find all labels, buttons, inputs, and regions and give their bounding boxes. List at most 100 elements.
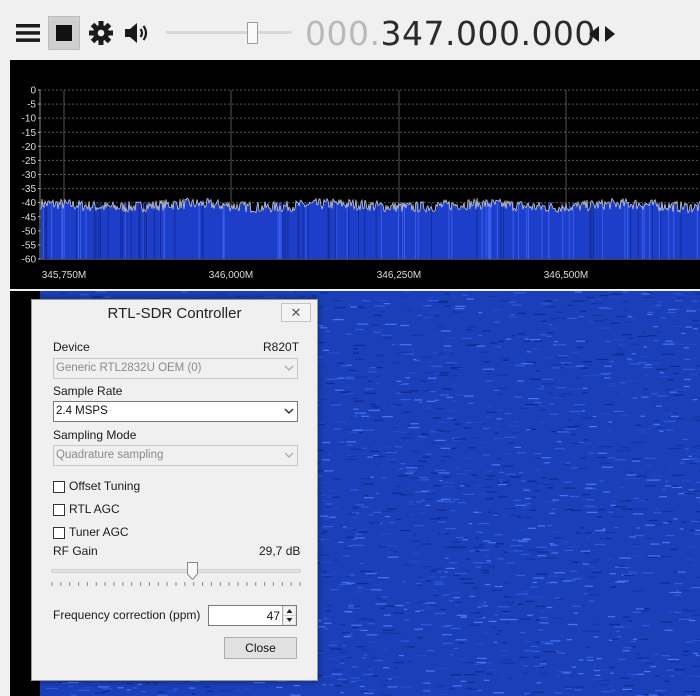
tuner-agc-checkbox[interactable]: [53, 527, 65, 539]
close-button[interactable]: Close: [224, 637, 297, 659]
waterfall-speckle: [462, 551, 467, 553]
waterfall-speckle: [599, 480, 604, 482]
waterfall-speckle: [483, 679, 490, 681]
waterfall-speckle: [349, 448, 361, 450]
waterfall-speckle: [369, 522, 380, 524]
waterfall-speckle: [365, 619, 374, 621]
waterfall-speckle: [335, 317, 340, 319]
waterfall-speckle: [586, 536, 590, 538]
frequency-display[interactable]: 000.347.000.000: [305, 14, 596, 53]
frequency-leading-digits[interactable]: 000.: [305, 14, 380, 53]
tune-arrows-icon[interactable]: [588, 24, 616, 44]
offset-tuning-checkbox[interactable]: [53, 481, 65, 493]
waterfall-speckle: [366, 634, 378, 636]
menu-button[interactable]: [12, 16, 44, 50]
chevron-down-icon: [284, 408, 294, 415]
waterfall-speckle: [350, 489, 359, 491]
spin-up-button[interactable]: [282, 605, 297, 616]
waterfall-speckle: [631, 353, 636, 355]
waterfall-speckle: [327, 495, 334, 497]
waterfall-speckle: [627, 675, 636, 677]
waterfall-speckle: [524, 338, 529, 340]
rtl-agc-checkbox[interactable]: [53, 504, 65, 516]
waterfall-speckle: [326, 506, 334, 508]
waterfall-speckle: [486, 406, 492, 408]
waterfall-speckle: [502, 612, 511, 615]
waterfall-speckle: [519, 529, 527, 531]
sample-rate-select[interactable]: 2.4 MSPS: [53, 401, 298, 422]
waterfall-speckle: [550, 364, 561, 366]
waterfall-speckle: [448, 650, 456, 652]
stop-button[interactable]: [48, 16, 80, 50]
waterfall-speckle: [567, 304, 573, 307]
waterfall-speckle: [425, 372, 435, 374]
waterfall-speckle: [583, 552, 590, 554]
waterfall-speckle: [438, 521, 447, 523]
spin-down-button[interactable]: [282, 615, 297, 626]
waterfall-speckle: [537, 555, 547, 557]
tuner-agc-label[interactable]: Tuner AGC: [69, 525, 129, 539]
waterfall-speckle: [429, 297, 434, 299]
waterfall-speckle: [324, 482, 330, 484]
waterfall-speckle: [477, 523, 490, 525]
frequency-digits[interactable]: 347.000.000: [380, 14, 595, 53]
waterfall-speckle: [626, 317, 637, 319]
waterfall-speckle: [338, 525, 344, 527]
waterfall-speckle: [324, 628, 329, 630]
waterfall-speckle: [416, 576, 423, 578]
waterfall-speckle: [465, 485, 471, 487]
waterfall-speckle: [595, 530, 606, 532]
waterfall-speckle: [563, 464, 570, 466]
waterfall-speckle: [527, 549, 539, 551]
dialog-close-button[interactable]: ✕: [281, 303, 311, 322]
waterfall-speckle: [627, 471, 635, 473]
waterfall-speckle: [339, 651, 348, 653]
waterfall-speckle: [684, 691, 696, 693]
settings-button[interactable]: [86, 16, 116, 50]
waterfall-speckle: [513, 396, 523, 398]
waterfall-speckle: [443, 501, 455, 503]
offset-tuning-label[interactable]: Offset Tuning: [69, 479, 140, 493]
waterfall-speckle: [691, 665, 700, 667]
rtl-agc-label[interactable]: RTL AGC: [69, 502, 120, 516]
waterfall-speckle: [621, 291, 629, 293]
waterfall-speckle: [445, 557, 449, 559]
mute-button[interactable]: [120, 16, 154, 50]
waterfall-speckle: [559, 578, 565, 580]
waterfall-speckle: [406, 372, 416, 374]
waterfall-speckle: [414, 465, 425, 467]
waterfall-speckle: [586, 511, 598, 513]
waterfall-speckle: [382, 337, 392, 339]
rf-gain-slider-track[interactable]: [51, 569, 301, 573]
toolbar: 000.347.000.000: [0, 0, 700, 60]
waterfall-speckle: [318, 342, 325, 344]
waterfall-speckle: [494, 546, 498, 548]
waterfall-speckle: [415, 582, 421, 585]
device-tuner-label: R820T: [263, 340, 300, 354]
volume-slider-thumb[interactable]: [246, 22, 258, 44]
waterfall-speckle: [340, 659, 344, 661]
waterfall-speckle: [474, 511, 479, 513]
volume-slider-track[interactable]: [166, 31, 292, 34]
spectrum-plot[interactable]: 0 -5 -10 -15 -20 -25 -30 -35 -40 -45 -50 -55 -60 345,…: [10, 60, 700, 289]
waterfall-speckle: [506, 338, 512, 340]
waterfall-speckle: [394, 605, 404, 607]
spectrum-analyzer[interactable]: 0 -5 -10 -15 -20 -25 -30 -35 -40 -45 -50 -55 -60 345,…: [10, 60, 700, 289]
rf-gain-slider-thumb[interactable]: [187, 562, 198, 580]
waterfall-speckle: [558, 317, 567, 319]
waterfall-speckle: [628, 363, 641, 365]
waterfall-speckle: [639, 659, 650, 662]
waterfall-speckle: [442, 476, 451, 478]
waterfall-speckle: [468, 447, 476, 449]
waterfall-speckle: [624, 321, 631, 323]
sampling-mode-select: Quadrature sampling: [53, 445, 298, 466]
freq-correction-spinbox[interactable]: 47: [208, 605, 297, 626]
waterfall-speckle: [498, 471, 504, 473]
waterfall-speckle: [480, 662, 485, 664]
waterfall-speckle: [618, 344, 626, 346]
waterfall-speckle: [361, 447, 366, 449]
waterfall-speckle: [695, 365, 700, 367]
waterfall-speckle: [585, 646, 590, 648]
freq-correction-value[interactable]: 47: [267, 609, 280, 623]
waterfall-speckle: [534, 401, 542, 404]
